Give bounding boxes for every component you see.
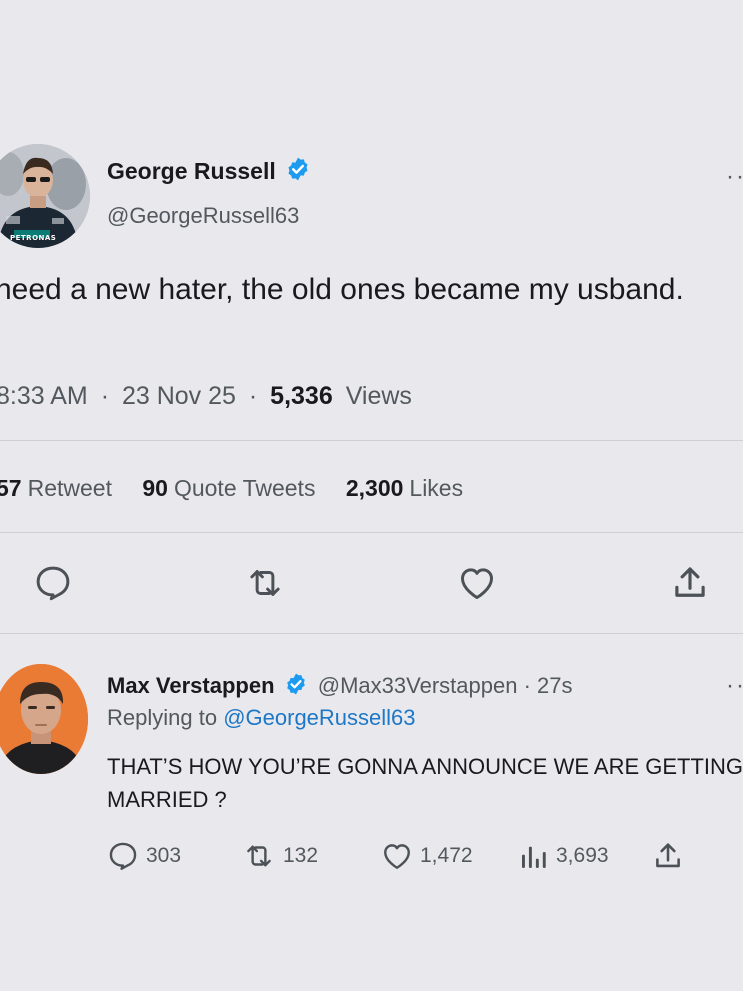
reply-views-count: 3,693 [556, 844, 609, 867]
meta-separator: · [100, 382, 110, 410]
likes-label: Likes [409, 475, 464, 501]
divider [0, 532, 743, 533]
reply-header: Max Verstappen @Max33Verstappen · 27s [107, 672, 573, 699]
meta-separator: · [248, 382, 258, 410]
reply-like-button[interactable]: 1,472 [380, 838, 473, 874]
avatar-badge-text: PETRONAS [10, 234, 57, 242]
verified-badge-icon [286, 673, 305, 695]
engagement-stats: 57 Retweet 90 Quote Tweets 2,300 Likes [0, 475, 487, 502]
more-icon[interactable]: ·· [726, 672, 743, 700]
reply-comment-count: 303 [146, 844, 182, 867]
main-author-handle[interactable]: @GeorgeRussell63 [107, 203, 299, 229]
likes-stat[interactable]: 2,300 Likes [346, 475, 463, 501]
verified-badge-icon [288, 157, 308, 181]
main-author-name-row[interactable]: George Russell [107, 156, 311, 185]
retweet-icon [247, 845, 271, 867]
reply-icon [109, 842, 137, 870]
reply-meta-separator: · [523, 673, 531, 698]
share-icon[interactable] [669, 562, 711, 604]
reply-author-handle[interactable]: @Max33Verstappen [318, 673, 518, 698]
tweet-text: need a new hater, the old ones became my… [0, 273, 684, 306]
reply-like-count: 1,472 [420, 844, 473, 867]
reply-views-button[interactable]: 3,693 [518, 838, 609, 874]
quotes-label: Quote Tweets [173, 475, 316, 501]
reply-retweet-count: 132 [283, 844, 319, 867]
more-icon[interactable]: ·· [726, 163, 743, 191]
reply-time[interactable]: 27s [537, 673, 572, 698]
views-count: 5,336 [270, 382, 333, 410]
divider [0, 633, 743, 634]
views-icon [522, 846, 546, 868]
share-icon [656, 843, 680, 868]
quotes-stat[interactable]: 90 Quote Tweets [142, 475, 315, 501]
reply-retweet-button[interactable]: 132 [241, 838, 318, 874]
reply-author-name[interactable]: Max Verstappen [107, 673, 275, 698]
max-verstappen-avatar[interactable] [0, 664, 88, 774]
replying-mention-link[interactable]: @GeorgeRussell63 [223, 705, 415, 730]
tweet-screenshot: PETRONAS George Russell @GeorgeRussell63… [0, 0, 743, 991]
tweet-date[interactable]: 23 Nov 25 [122, 382, 236, 410]
like-icon [384, 844, 410, 869]
retweets-stat[interactable]: 57 Retweet [0, 475, 112, 501]
quotes-count: 90 [142, 475, 168, 501]
views-label: Views [345, 382, 412, 410]
replying-prefix: Replying to [107, 705, 218, 730]
likes-count: 2,300 [345, 475, 404, 501]
reply-comment-button[interactable]: 303 [106, 838, 181, 874]
retweet-icon[interactable] [244, 562, 286, 604]
tweet-meta: 8:33 AM · 23 Nov 25 · 5,336 Views [0, 382, 412, 411]
reply-text: THAT’S HOW YOU’RE GONNA ANNOUNCE WE ARE … [107, 754, 743, 812]
main-author-name[interactable]: George Russell [107, 158, 276, 184]
reply-actions: 303 132 1,472 3,693 [0, 838, 743, 874]
replying-to: Replying to @GeorgeRussell63 [107, 705, 416, 731]
george-russell-avatar[interactable]: PETRONAS [0, 144, 90, 248]
retweets-count: 57 [0, 475, 22, 501]
reply-icon[interactable] [32, 562, 74, 604]
reply-share-button[interactable] [651, 838, 691, 874]
like-icon[interactable] [456, 562, 498, 604]
divider [0, 440, 743, 441]
tweet-time[interactable]: 8:33 AM [0, 382, 88, 410]
retweets-label: Retweet [27, 475, 112, 501]
